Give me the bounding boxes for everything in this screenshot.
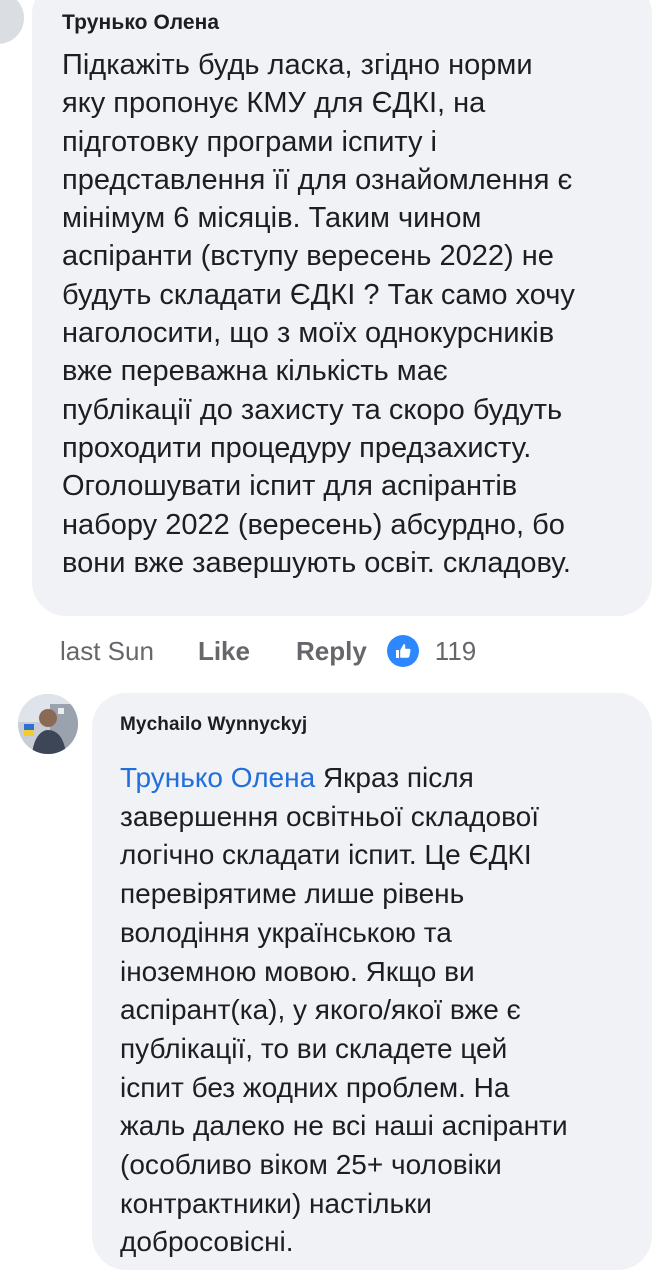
reply-text: Трунько Олена Якраз після завершення осв…: [120, 759, 642, 1262]
reply-text-line: жаль далеко не всі наші аспіранти: [120, 1110, 568, 1142]
comment-text-line: вони вже завершують освіт. складову.: [62, 546, 571, 579]
reply-text-line: Трунько Олена Якраз після: [120, 759, 642, 798]
reply-text-line: аспірант(ка), у якого/якої вже є: [120, 994, 521, 1026]
reply-text-line: контрактники) настільки: [120, 1187, 432, 1219]
mention-link[interactable]: Трунько Олена: [120, 762, 315, 793]
comment-text-line: представлення її для ознайомлення є: [62, 163, 573, 196]
reply-text-line: публікації, то ви складете цей: [120, 1032, 508, 1064]
reply-text-line: іноземною мовою. Якщо ви: [120, 955, 475, 987]
comment-text: Підкажіть будь ласка, згідно норми яку п…: [62, 46, 628, 582]
comment-text-line: аспіранти (вступу вересень 2022) не: [62, 240, 554, 273]
reaction-count[interactable]: 119: [435, 636, 476, 667]
comment-text-line: Оголошувати іспит для аспірантів: [62, 470, 518, 503]
comment-text-line: мінімум 6 місяців. Таким чином: [62, 202, 482, 235]
reply-text-line: завершення освітньої складової: [120, 800, 539, 832]
reply-author-avatar[interactable]: [18, 694, 78, 754]
comment-text-line: проходити процедуру предзахисту.: [62, 431, 532, 464]
comment-text-line: публікації до захисту та скоро будуть: [62, 393, 563, 426]
comment-text-line: наголосити, що з моїх однокурсників: [62, 317, 555, 350]
reply-author[interactable]: Mychailo Wynnyckyj: [120, 711, 642, 739]
reply-text-line: добросовісні.: [120, 1226, 294, 1258]
reply-text-line: іспит без жодних проблем. На: [120, 1071, 510, 1103]
comment-author[interactable]: Трунько Олена: [62, 6, 628, 40]
reply-bubble: Mychailo Wynnyckyj Трунько Олена Якраз п…: [92, 693, 652, 1270]
comment-text-line: яку пропонує КМУ для ЄДКІ, на: [62, 87, 486, 120]
comment-timestamp[interactable]: last Sun: [60, 636, 154, 667]
reply-text-fragment: Якраз після: [315, 762, 474, 793]
comment-text-line: Підкажіть будь ласка, згідно норми: [62, 49, 533, 81]
comment-text-line: вже переважна кількість має: [62, 355, 448, 388]
comment-actions: last Sun Like Reply 119: [60, 630, 476, 672]
reply-button[interactable]: Reply: [296, 636, 367, 667]
comment-text-line: будуть складати ЄДКІ ? Так само хочу: [62, 278, 575, 311]
like-button[interactable]: Like: [198, 636, 250, 667]
comment-bubble: Трунько Олена Підкажіть будь ласка, згід…: [32, 0, 652, 616]
reply-text-line: перевірятиме лише рівень: [120, 878, 465, 910]
reply-text-line: володіння українською та: [120, 916, 452, 948]
comment-text-line: підготовку програми іспиту і: [62, 125, 438, 158]
reply-text-line: (особливо віком 25+ чоловіки: [120, 1149, 502, 1181]
thumbs-up-icon[interactable]: [386, 635, 419, 667]
reply-text-line: логічно складати іспит. Це ЄДКІ: [120, 839, 532, 871]
comment-text-line: набору 2022 (вересень) абсурдно, бо: [62, 508, 565, 541]
commenter-avatar[interactable]: [0, 0, 24, 44]
